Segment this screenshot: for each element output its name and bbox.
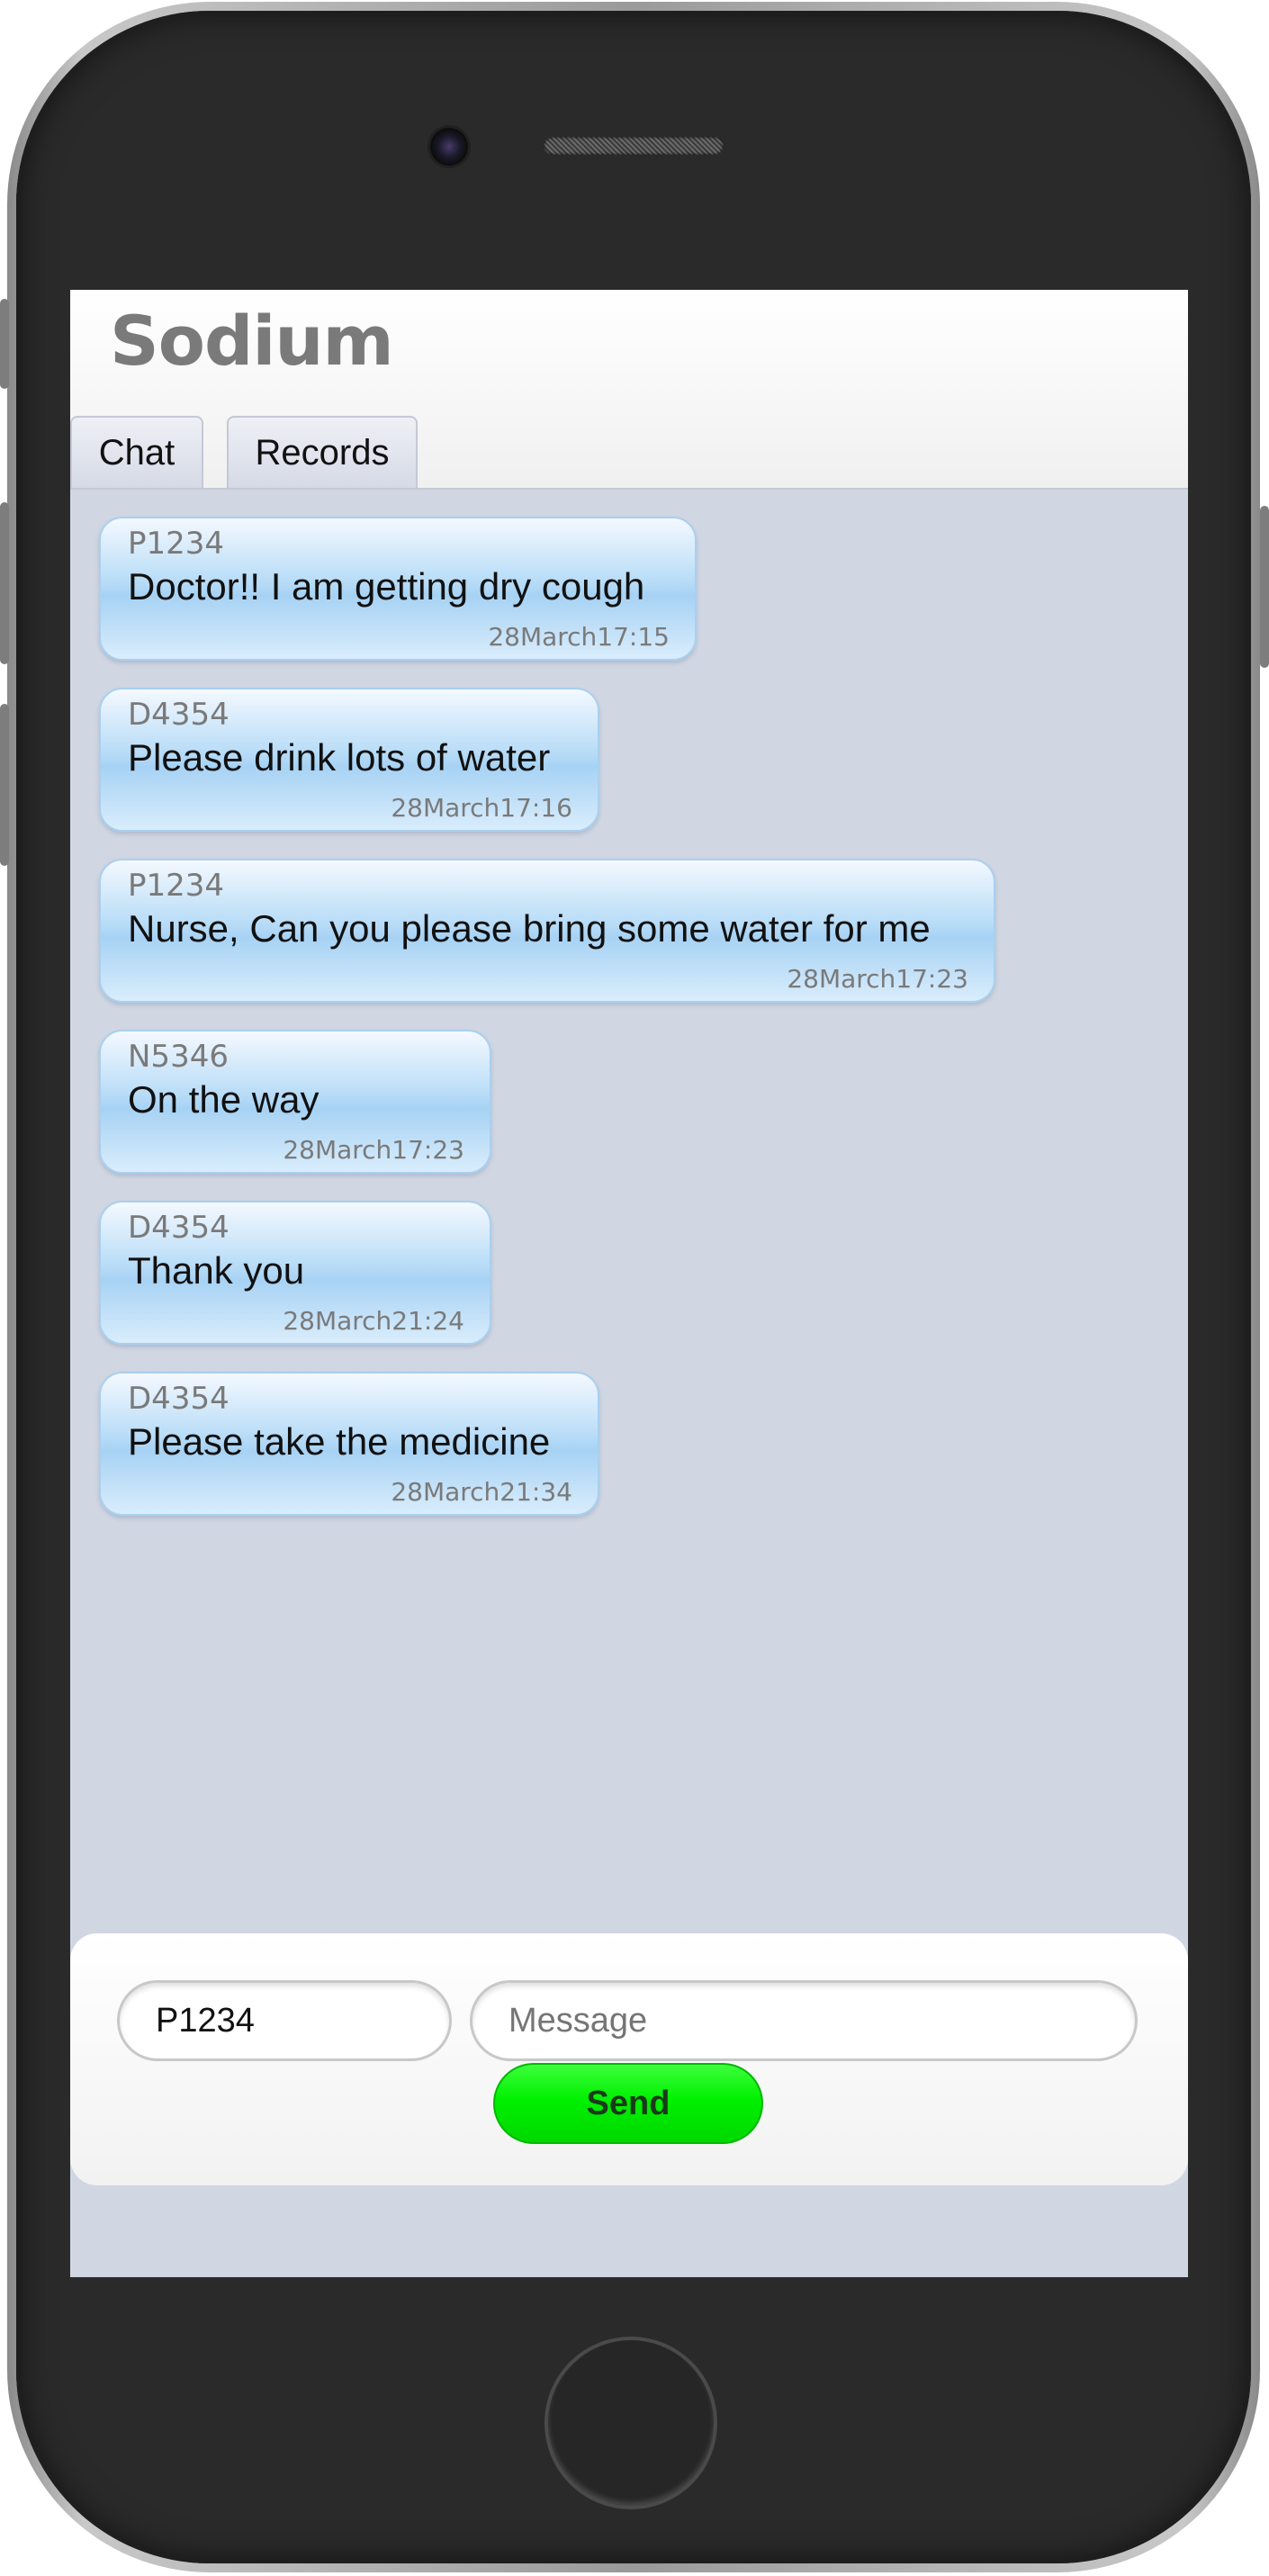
message-bubble: D4354 Please drink lots of water 28March…: [99, 688, 599, 832]
app-header: Sodium Chat Records: [70, 290, 1188, 490]
message-sender: D4354: [128, 1381, 230, 1417]
message-text: Please drink lots of water: [128, 736, 551, 779]
message-sender: N5346: [128, 1039, 229, 1075]
message-sender: D4354: [128, 1210, 230, 1246]
message-text: Doctor!! I am getting dry cough: [128, 565, 645, 608]
speaker-grille: [544, 137, 724, 155]
message-text: Thank you: [128, 1249, 305, 1292]
home-button[interactable]: [544, 2337, 717, 2509]
message-sender: D4354: [128, 697, 230, 733]
message-bubble: P1234 Doctor!! I am getting dry cough 28…: [99, 517, 697, 661]
message-text: Please take the medicine: [128, 1420, 551, 1463]
volume-down-button: [0, 704, 9, 866]
message-composer: Send: [70, 1933, 1188, 2185]
message-sender: P1234: [128, 526, 225, 562]
message-sender: P1234: [128, 868, 225, 904]
message-text: On the way: [128, 1078, 320, 1121]
power-button: [1260, 506, 1269, 668]
volume-up-button: [0, 502, 9, 664]
message-timestamp: 28March21:34: [391, 1477, 572, 1507]
message-timestamp: 28March17:16: [391, 793, 572, 823]
message-bubble: P1234 Nurse, Can you please bring some w…: [99, 859, 995, 1003]
message-timestamp: 28March17:15: [488, 622, 670, 652]
message-timestamp: 28March17:23: [283, 1135, 464, 1165]
sender-id-input[interactable]: [117, 1980, 452, 2061]
send-button[interactable]: Send: [493, 2063, 763, 2144]
camera-icon: [430, 128, 468, 166]
message-bubble: N5346 On the way 28March17:23: [99, 1030, 491, 1174]
app-title: Sodium: [110, 301, 394, 381]
tab-records[interactable]: Records: [227, 416, 418, 488]
silent-switch: [0, 299, 9, 389]
message-timestamp: 28March21:24: [283, 1306, 464, 1336]
message-text: Nurse, Can you please bring some water f…: [128, 907, 931, 950]
message-timestamp: 28March17:23: [787, 964, 968, 994]
app-screen: Sodium Chat Records P1234 Doctor!! I am …: [70, 290, 1188, 2277]
message-bubble: D4354 Thank you 28March21:24: [99, 1201, 491, 1345]
message-bubble: D4354 Please take the medicine 28March21…: [99, 1372, 599, 1516]
tab-chat[interactable]: Chat: [70, 416, 203, 488]
message-input[interactable]: [470, 1980, 1138, 2061]
